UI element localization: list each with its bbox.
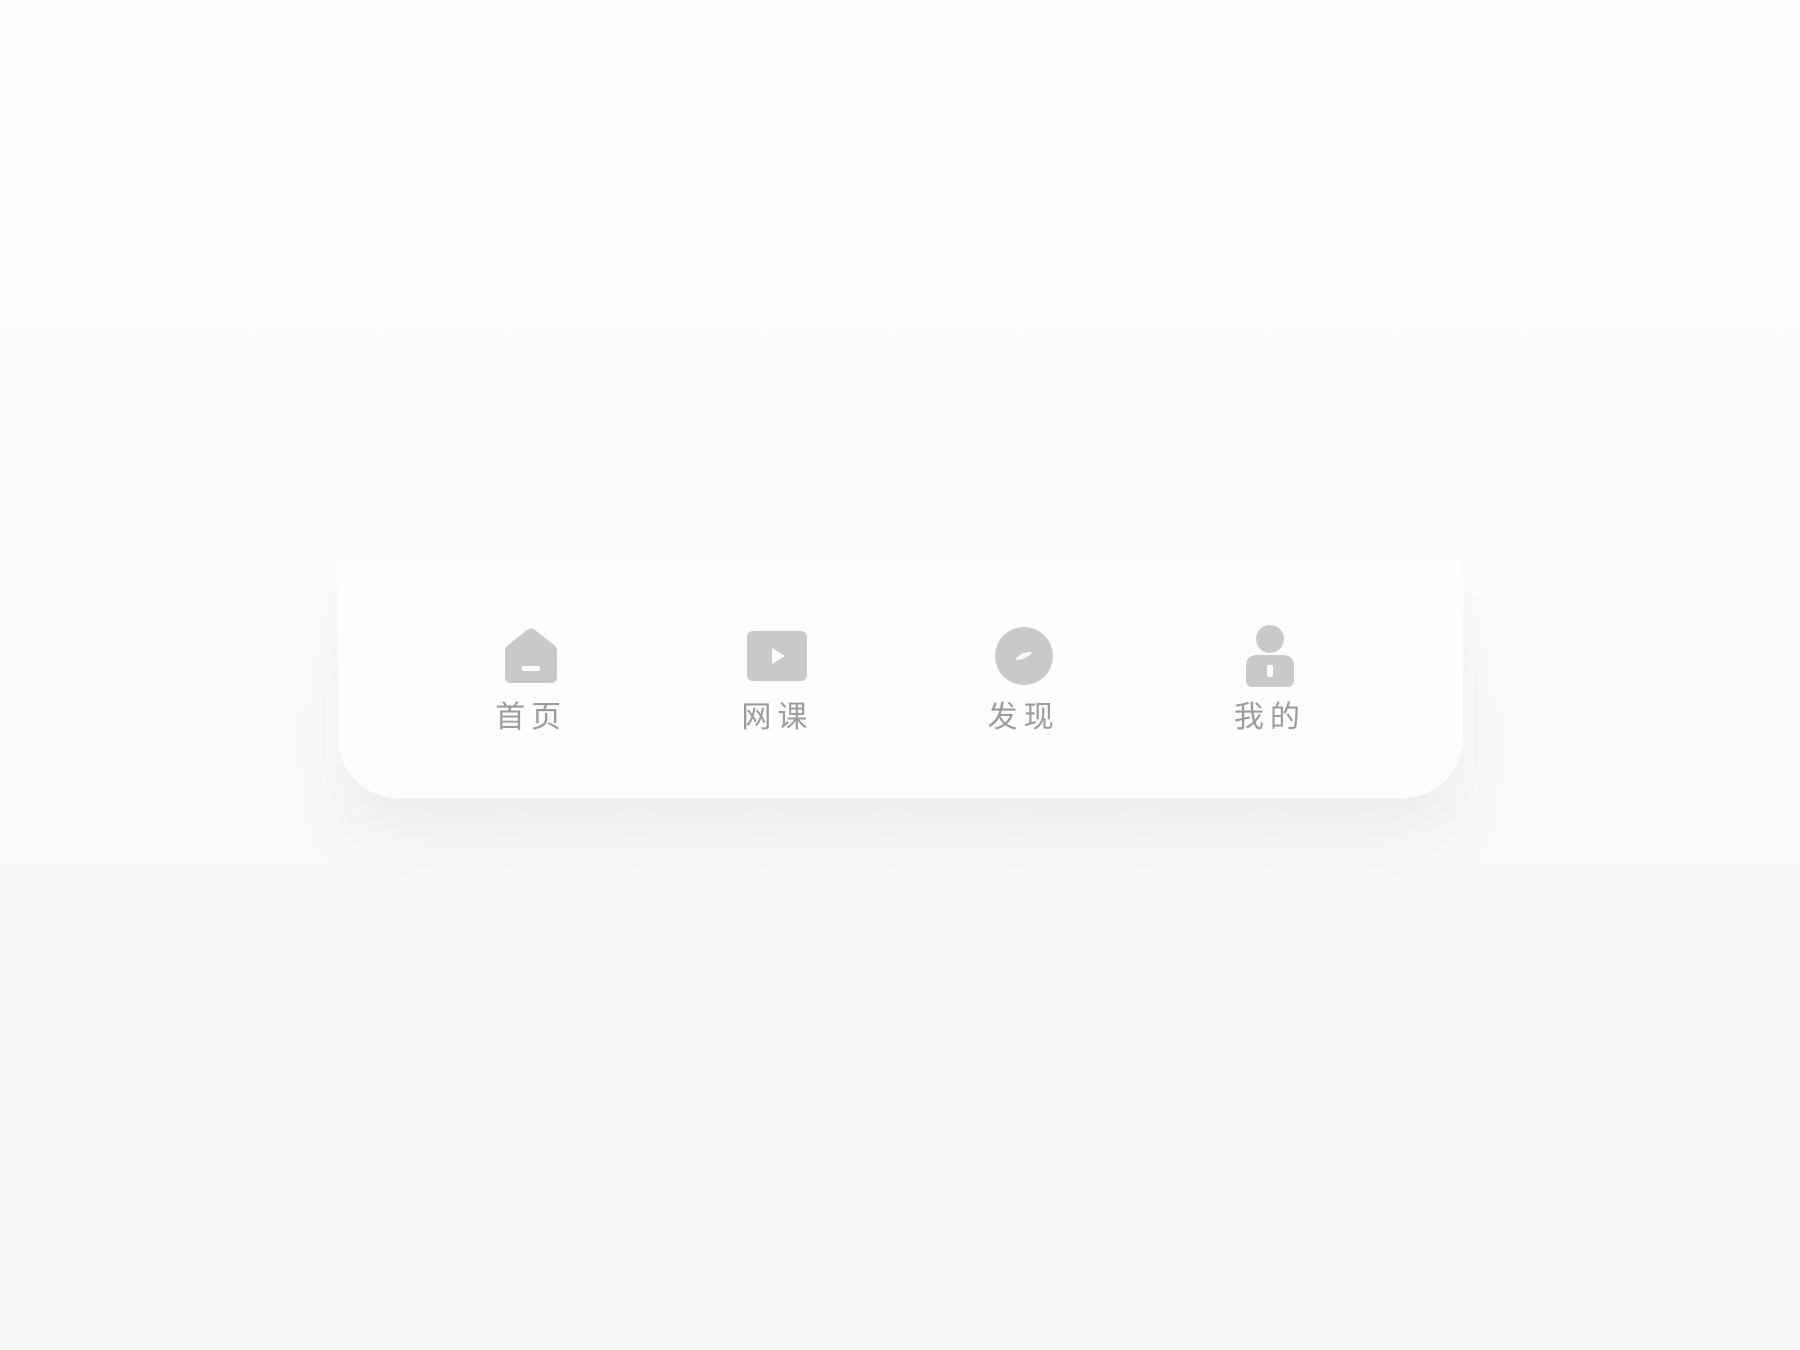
tab-profile-label: 我的 <box>1233 700 1306 735</box>
tab-courses[interactable]: 网课 <box>697 624 857 738</box>
tab-home[interactable]: 首页 <box>451 624 611 738</box>
tab-discover[interactable]: 发现 <box>944 624 1104 738</box>
video-play-icon <box>745 624 809 688</box>
tab-discover-label: 发现 <box>987 700 1060 735</box>
tab-home-label: 首页 <box>495 700 568 735</box>
compass-icon <box>992 624 1056 688</box>
user-icon <box>1238 624 1302 688</box>
home-icon <box>499 624 563 688</box>
bottom-tab-bar: 首页 网课 发现 我的 <box>338 560 1463 798</box>
app-screen: 首页 网课 发现 我的 <box>0 0 1800 1350</box>
tab-courses-label: 网课 <box>741 700 814 735</box>
tab-profile[interactable]: 我的 <box>1190 624 1350 738</box>
